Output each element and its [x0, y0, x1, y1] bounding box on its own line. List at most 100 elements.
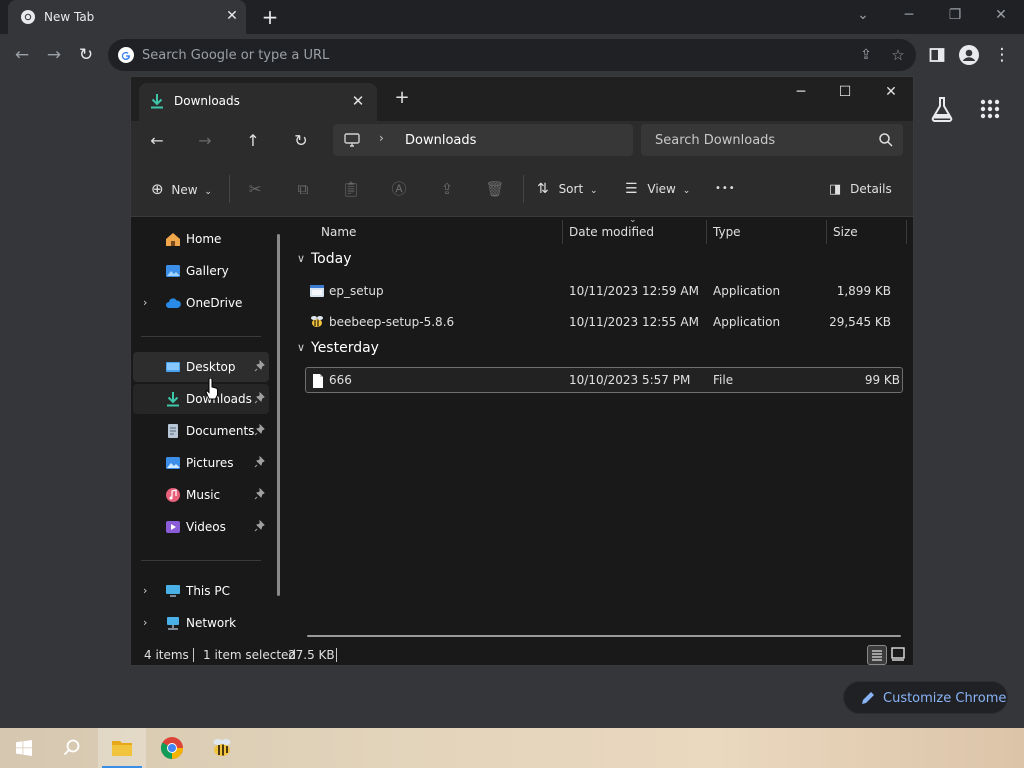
back-icon[interactable]: ←	[10, 43, 34, 67]
column-separator[interactable]	[826, 220, 827, 244]
pin-icon[interactable]	[254, 520, 266, 532]
file-type: File	[713, 373, 734, 387]
profile-icon[interactable]	[957, 43, 981, 67]
sidebar-item-downloads[interactable]: Downloads	[133, 384, 269, 414]
column-header-type[interactable]: Type	[713, 218, 741, 246]
view-button[interactable]: ☰ View ⌄	[625, 177, 690, 201]
chevron-down-icon: ∨	[297, 341, 306, 354]
horizontal-scrollbar[interactable]	[307, 635, 901, 637]
share-icon[interactable]: ⇪	[435, 177, 459, 201]
pin-icon[interactable]	[254, 488, 266, 500]
back-icon[interactable]: ←	[145, 129, 169, 153]
tiles-view-toggle[interactable]	[889, 645, 909, 665]
file-explorer-taskbar-button[interactable]	[98, 728, 146, 768]
sidebar-divider	[141, 560, 261, 561]
plus-circle-icon: ⊕	[151, 180, 164, 198]
pin-icon[interactable]	[254, 360, 266, 372]
sidebar-item-pictures[interactable]: Pictures	[133, 448, 269, 478]
more-options-button[interactable]: •••	[715, 177, 736, 201]
bookmark-star-icon[interactable]: ☆	[886, 43, 910, 67]
forward-icon[interactable]: →	[193, 129, 217, 153]
windows-taskbar	[0, 728, 1024, 768]
cut-icon[interactable]: ✂	[243, 177, 267, 201]
rename-icon[interactable]: Ⓐ	[387, 177, 411, 201]
restore-icon[interactable]: ❐	[940, 4, 970, 26]
file-explorer-window: Downloads ✕ + ─ ☐ ✕ ← → ↑ ↻ › Downloads	[130, 76, 914, 666]
column-header-name[interactable]: Name	[321, 218, 356, 246]
minimize-icon[interactable]: ─	[894, 4, 924, 26]
sidebar-item-music[interactable]: Music	[133, 480, 269, 510]
onedrive-cloud-icon	[166, 298, 181, 308]
chevron-right-icon[interactable]: ›	[379, 131, 384, 145]
start-button[interactable]	[0, 728, 48, 768]
tab-search-icon[interactable]: ⌄	[848, 4, 878, 26]
share-icon[interactable]: ⇪	[854, 43, 878, 67]
file-row-selected[interactable]: 666 10/10/2023 5:57 PM File 99 KB	[305, 367, 903, 393]
sidebar-item-gallery[interactable]: Gallery	[133, 256, 269, 286]
omnibox[interactable]: ⇪ ☆	[108, 39, 916, 71]
side-panel-icon[interactable]	[925, 43, 949, 67]
chevron-right-icon[interactable]: ›	[143, 584, 147, 597]
pin-icon[interactable]	[254, 456, 266, 468]
reload-icon[interactable]: ↻	[74, 43, 98, 67]
search-taskbar-button[interactable]	[48, 728, 96, 768]
pictures-icon	[166, 457, 180, 469]
new-tab-button[interactable]: +	[259, 6, 281, 28]
new-tab-button[interactable]: +	[393, 89, 411, 107]
search-input[interactable]	[655, 131, 865, 149]
file-size: 1,899 KB	[836, 284, 891, 298]
desktop-icon	[166, 362, 180, 372]
search-icon[interactable]	[878, 132, 894, 148]
close-window-icon[interactable]: ✕	[986, 4, 1016, 26]
sidebar-item-onedrive[interactable]: › OneDrive	[133, 288, 269, 318]
forward-icon[interactable]: →	[42, 43, 66, 67]
file-row[interactable]: beebeep-setup-5.8.6 10/11/2023 12:55 AM …	[305, 309, 903, 335]
beebeep-taskbar-button[interactable]	[198, 728, 246, 768]
sidebar-item-desktop[interactable]: Desktop	[133, 352, 269, 382]
breadcrumb-downloads[interactable]: Downloads	[405, 133, 476, 148]
close-icon[interactable]: ✕	[224, 8, 240, 24]
sort-button[interactable]: ⇅ Sort ⌄	[537, 177, 598, 201]
pin-icon[interactable]	[254, 392, 266, 404]
view-list-icon: ☰	[625, 181, 638, 197]
menu-kebab-icon[interactable]: ⋮	[990, 43, 1014, 67]
sidebar-item-this-pc[interactable]: › This PC	[133, 576, 269, 606]
file-row[interactable]: ep_setup 10/11/2023 12:59 AM Application…	[305, 278, 903, 304]
sidebar-item-home[interactable]: Home	[133, 224, 269, 254]
sidebar-scrollbar[interactable]	[277, 234, 280, 596]
column-header-date-modified[interactable]: Date modified	[569, 218, 654, 246]
column-separator[interactable]	[906, 220, 907, 244]
column-header-size[interactable]: Size	[833, 218, 858, 246]
column-separator[interactable]	[562, 220, 563, 244]
close-window-icon[interactable]: ✕	[871, 79, 911, 105]
sidebar-item-network[interactable]: › Network	[133, 608, 269, 638]
chevron-right-icon[interactable]: ›	[143, 616, 147, 629]
chevron-right-icon[interactable]: ›	[143, 296, 147, 309]
gallery-icon	[166, 265, 180, 277]
search-box[interactable]	[641, 124, 903, 156]
labs-flask-icon[interactable]	[930, 96, 954, 122]
column-separator[interactable]	[706, 220, 707, 244]
copy-icon[interactable]: ⧉	[291, 177, 315, 201]
delete-icon[interactable]: 🗑︎	[483, 177, 507, 201]
maximize-icon[interactable]: ☐	[825, 79, 865, 105]
chrome-tab-new-tab[interactable]: New Tab ✕	[8, 0, 246, 34]
refresh-icon[interactable]: ↻	[289, 129, 313, 153]
chrome-taskbar-button[interactable]	[148, 728, 196, 768]
details-button[interactable]: ◨ Details	[829, 177, 892, 201]
details-view-toggle[interactable]	[867, 645, 887, 665]
new-button[interactable]: ⊕ New ⌄	[151, 177, 212, 201]
file-size: 29,545 KB	[829, 315, 891, 329]
paste-icon[interactable]: 📋︎	[339, 177, 363, 201]
google-apps-icon[interactable]	[980, 99, 1000, 119]
address-bar[interactable]: › Downloads	[333, 124, 633, 156]
close-icon[interactable]: ✕	[349, 92, 367, 110]
sidebar-item-documents[interactable]: Documents	[133, 416, 269, 446]
pin-icon[interactable]	[254, 424, 266, 436]
sidebar-item-videos[interactable]: Videos	[133, 512, 269, 542]
omnibox-input[interactable]	[142, 45, 742, 65]
explorer-tab-downloads[interactable]: Downloads ✕	[139, 83, 377, 121]
minimize-icon[interactable]: ─	[781, 79, 821, 105]
up-icon[interactable]: ↑	[241, 129, 265, 153]
customize-chrome-button[interactable]: Customize Chrome	[843, 681, 1008, 714]
